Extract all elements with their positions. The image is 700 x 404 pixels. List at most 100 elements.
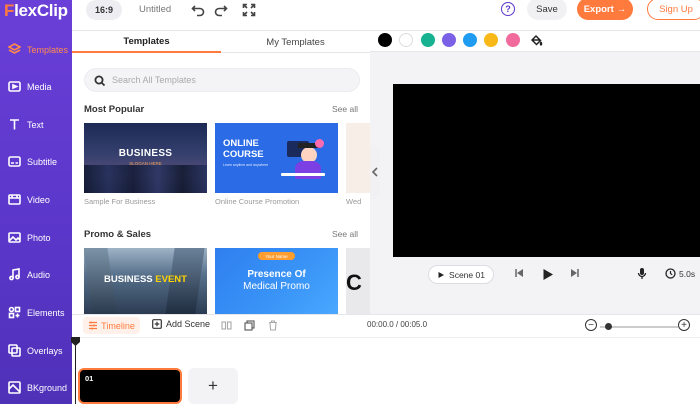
- scene-duration[interactable]: 5.0s: [679, 269, 695, 279]
- card-subline: SLOGAN HERE: [129, 161, 162, 166]
- play-small-icon: [438, 271, 445, 278]
- sidebar-item-bkground[interactable]: BKground: [0, 369, 72, 404]
- playhead-line[interactable]: [75, 338, 76, 404]
- sidebar-item-label: Text: [27, 119, 44, 130]
- sidebar: FlexClip Templates Media Text Subtitle V…: [0, 0, 72, 404]
- templates-icon: [8, 43, 21, 56]
- sidebar-item-label: Subtitle: [27, 156, 58, 167]
- section-title-promo-sales: Promo & Sales: [84, 229, 152, 240]
- sidebar-item-label: Media: [27, 81, 52, 92]
- color-swatch-green[interactable]: [421, 33, 435, 47]
- sidebar-item-templates[interactable]: Templates: [0, 31, 72, 68]
- tab-my-templates[interactable]: My Templates: [221, 31, 370, 53]
- sidebar-item-label: Audio: [27, 269, 51, 280]
- sidebar-item-audio[interactable]: Audio: [0, 256, 72, 293]
- sidebar-item-video[interactable]: Video: [0, 181, 72, 218]
- template-card-business[interactable]: BUSINESS SLOGAN HERE: [84, 123, 207, 193]
- template-card-online-course[interactable]: ONLINE COURSE Learn anytime and anywhere: [215, 123, 338, 193]
- search-icon: [94, 75, 106, 87]
- photo-icon: [8, 231, 21, 244]
- redo-icon[interactable]: [214, 3, 228, 17]
- sidebar-item-label: Overlays: [27, 345, 63, 356]
- aspect-ratio-button[interactable]: 16:9: [86, 0, 122, 20]
- save-button[interactable]: Save: [527, 0, 567, 20]
- template-card-medical-promo[interactable]: Your Name Presence Of Medical Promo: [215, 248, 338, 314]
- add-clip-button[interactable]: +: [188, 368, 238, 404]
- clock-icon: [664, 266, 677, 280]
- play-icon[interactable]: [541, 266, 555, 282]
- card-headline: BUSINESS EVENT: [104, 274, 187, 285]
- add-scene-button[interactable]: Add Scene: [152, 319, 210, 329]
- sidebar-item-label: Photo: [27, 232, 51, 243]
- next-icon[interactable]: [569, 266, 581, 280]
- top-bar: 16:9 Untitled ? Save Export → Sign Up: [72, 0, 700, 31]
- sign-up-button[interactable]: Sign Up: [647, 0, 700, 20]
- background-icon: [8, 381, 21, 394]
- split-icon[interactable]: [220, 319, 232, 331]
- undo-icon[interactable]: [191, 3, 205, 17]
- card-subline: Medical Promo: [243, 281, 310, 292]
- video-icon: [8, 193, 21, 206]
- search-input[interactable]: Search All Templates: [84, 68, 360, 92]
- export-button[interactable]: Export →: [577, 0, 633, 20]
- duplicate-icon[interactable]: [243, 319, 255, 331]
- card-caption: Sample For Business: [84, 197, 156, 206]
- microphone-icon[interactable]: [636, 266, 648, 280]
- scene-clip[interactable]: 01: [78, 368, 182, 404]
- sidebar-item-text[interactable]: Text: [0, 106, 72, 143]
- templates-panel: Templates My Templates Search All Templa…: [72, 31, 370, 314]
- see-all-link[interactable]: See all: [332, 229, 358, 239]
- card-headline: ONLINE COURSE: [223, 138, 264, 160]
- sidebar-item-subtitle[interactable]: Subtitle: [0, 143, 72, 180]
- sidebar-item-label: Templates: [27, 44, 69, 55]
- media-icon: [8, 80, 21, 93]
- overlays-icon: [8, 344, 21, 357]
- sidebar-item-media[interactable]: Media: [0, 68, 72, 105]
- paint-bucket-icon[interactable]: [530, 34, 543, 52]
- search-placeholder: Search All Templates: [112, 75, 196, 85]
- color-swatch-purple[interactable]: [442, 33, 456, 47]
- color-swatch-yellow[interactable]: [484, 33, 498, 47]
- timeline-time: 00:00.0 / 00:05.0: [367, 320, 428, 329]
- chevron-left-icon: [371, 167, 378, 177]
- sidebar-item-elements[interactable]: Elements: [0, 294, 72, 331]
- scene-selector-button[interactable]: Scene 01: [428, 265, 494, 284]
- collapse-panel-handle[interactable]: [370, 145, 380, 199]
- color-swatch-white[interactable]: [399, 33, 413, 47]
- sidebar-item-photo[interactable]: Photo: [0, 219, 72, 256]
- template-card-partial[interactable]: C: [346, 248, 370, 314]
- clip-number: 01: [85, 374, 94, 383]
- sidebar-item-label: Video: [27, 194, 50, 205]
- fullscreen-icon[interactable]: [242, 3, 256, 17]
- sidebar-item-overlays[interactable]: Overlays: [0, 332, 72, 369]
- section-title-most-popular: Most Popular: [84, 104, 145, 115]
- zoom-slider-handle[interactable]: [605, 323, 612, 330]
- card-headline: BUSINESS: [118, 148, 173, 159]
- template-card-business-event[interactable]: BUSINESS EVENT: [84, 248, 207, 314]
- tab-templates[interactable]: Templates: [72, 31, 221, 53]
- arrow-right-icon: →: [616, 3, 627, 15]
- subtitle-icon: [8, 155, 21, 168]
- template-card-wedding[interactable]: [346, 123, 370, 193]
- sidebar-item-label: Elements: [27, 307, 65, 318]
- delete-icon[interactable]: [267, 319, 279, 331]
- project-title[interactable]: Untitled: [139, 4, 171, 15]
- help-icon[interactable]: ?: [501, 2, 515, 16]
- timeline-button[interactable]: Timeline: [83, 317, 140, 334]
- sidebar-item-label: BKground: [27, 382, 68, 393]
- color-swatch-pink[interactable]: [506, 33, 520, 47]
- previous-icon[interactable]: [513, 266, 525, 280]
- see-all-link[interactable]: See all: [332, 104, 358, 114]
- flexclip-logo[interactable]: FlexClip: [4, 1, 68, 21]
- video-canvas[interactable]: [393, 84, 700, 257]
- color-swatch-black[interactable]: [378, 33, 392, 47]
- zoom-out-icon[interactable]: −: [585, 319, 597, 331]
- card-subline: Learn anytime and anywhere: [223, 163, 269, 167]
- card-caption: Online Course Promotion: [215, 197, 300, 206]
- elements-icon: [8, 306, 21, 319]
- city-skyline: [84, 165, 207, 193]
- zoom-in-icon[interactable]: +: [678, 319, 690, 331]
- color-swatch-blue[interactable]: [463, 33, 477, 47]
- card-caption: Wed: [346, 197, 362, 206]
- color-toolbar: [370, 31, 700, 52]
